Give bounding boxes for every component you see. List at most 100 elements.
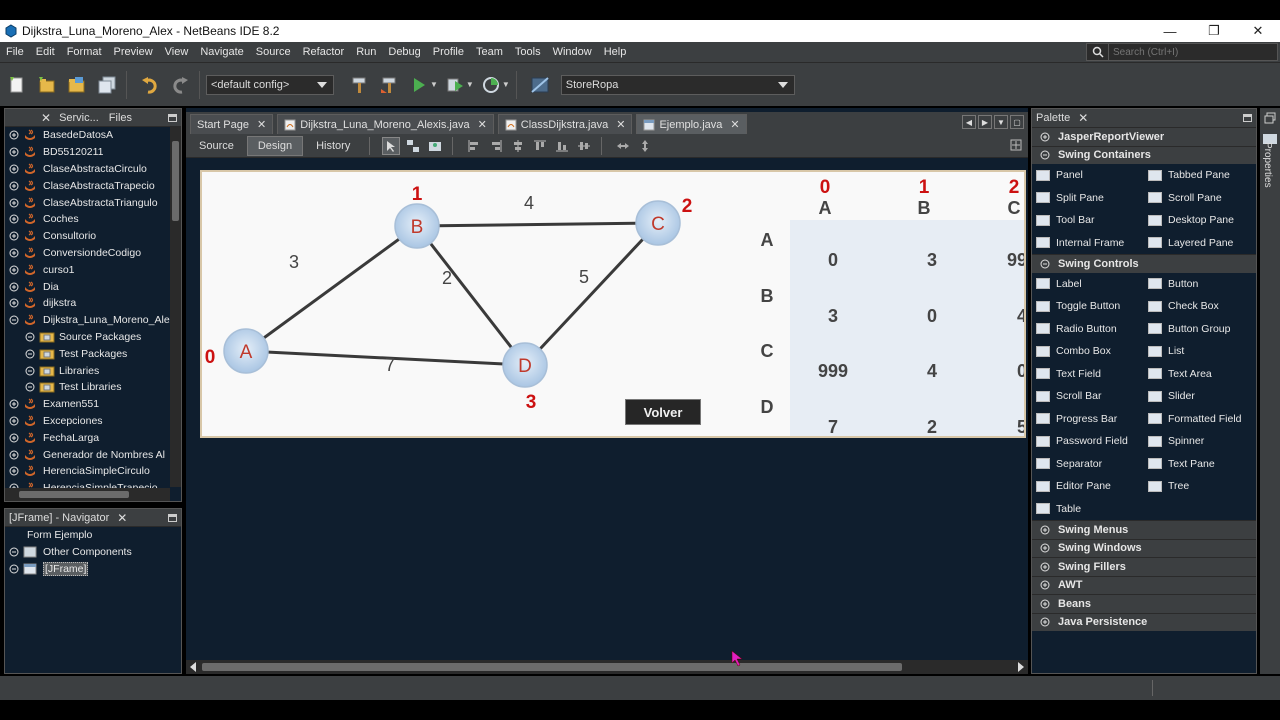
expand-icon[interactable] [9,564,19,574]
project-tree-item[interactable]: Test Packages [5,345,181,362]
palette-item[interactable]: Desktop Pane [1144,209,1256,232]
expand-icon[interactable] [9,547,19,557]
menu-view[interactable]: View [165,46,189,58]
expand-icon[interactable] [9,298,19,308]
align-top-icon[interactable] [531,137,549,155]
scroll-left-icon[interactable] [190,662,196,672]
expand-icon[interactable] [9,433,19,443]
palette-item[interactable]: Text Pane [1144,453,1256,476]
palette-category[interactable]: Swing Fillers [1032,557,1256,576]
restore-window-icon[interactable] [1264,112,1276,127]
project-tree-item[interactable]: BasedeDatosA [5,127,181,144]
maximize-icon[interactable]: ▢ [1010,115,1024,129]
palette-item[interactable]: Password Field [1032,430,1144,453]
palette-item[interactable]: Editor Pane [1032,475,1144,498]
menu-refactor[interactable]: Refactor [303,46,345,58]
save-all-button[interactable] [94,72,120,98]
project-tree-item[interactable]: ClaseAbstractaCirculo [5,161,181,178]
tab-class-dijkstra[interactable]: ClassDijkstra.java ✕ [497,114,633,134]
project-tree-item[interactable]: FechaLarga [5,429,181,446]
menu-preview[interactable]: Preview [114,46,153,58]
projects-horizontal-scrollbar[interactable] [5,488,170,501]
minimize-panel-icon[interactable] [1243,114,1252,122]
project-tree-item[interactable]: Consultorio [5,228,181,245]
config-combo[interactable]: <default config> [206,74,334,95]
search-box[interactable] [1086,43,1278,61]
menu-run[interactable]: Run [356,46,376,58]
palette-item[interactable]: Scroll Pane [1144,187,1256,210]
undo-button[interactable] [137,72,163,98]
palette-item[interactable]: Internal Frame [1032,232,1144,255]
palette-item[interactable]: Combo Box [1032,340,1144,363]
close-icon[interactable]: ✕ [478,118,487,131]
palette-item[interactable]: Progress Bar [1032,408,1144,431]
projects-vertical-scrollbar[interactable] [170,127,181,487]
new-file-button[interactable] [4,72,30,98]
palette-item[interactable]: Text Field [1032,363,1144,386]
close-icon[interactable]: ✕ [257,118,266,131]
palette-item[interactable]: Tabbed Pane [1144,164,1256,187]
project-tree-item[interactable]: Source Packages [5,329,181,346]
close-window-button[interactable]: ✕ [1236,20,1280,42]
build-button[interactable] [346,72,372,98]
tab-start-page[interactable]: Start Page ✕ [190,114,274,134]
resize-horizontal-icon[interactable] [614,137,632,155]
close-icon[interactable]: ✕ [117,511,127,525]
add-icon[interactable] [1010,139,1022,154]
close-icon[interactable]: ✕ [1078,111,1088,125]
expand-icon[interactable] [9,214,19,224]
palette-category[interactable]: Swing Windows [1032,538,1256,557]
palette-category[interactable]: AWT [1032,575,1256,594]
project-tree-item[interactable]: ConversiondeCodigo [5,245,181,262]
palette-item[interactable]: Layered Pane [1144,232,1256,255]
expand-icon[interactable] [25,332,35,342]
project-tree-item[interactable]: curso1 [5,261,181,278]
palette-category-swing-controls[interactable]: Swing Controls [1032,254,1256,273]
scroll-right-icon[interactable] [1018,662,1024,672]
menu-file[interactable]: File [6,46,24,58]
palette-item[interactable]: Table [1032,498,1144,521]
chevron-down-icon[interactable]: ▼ [994,115,1008,129]
project-tree-item[interactable]: Excepciones [5,413,181,430]
properties-tab[interactable]: Properties [1262,142,1273,188]
chevron-down-icon[interactable]: ▼ [502,80,510,89]
restore-button[interactable]: ❐ [1192,20,1236,42]
menu-team[interactable]: Team [476,46,503,58]
palette-item[interactable]: Scroll Bar [1032,385,1144,408]
menu-profile[interactable]: Profile [433,46,464,58]
palette-item[interactable]: Text Area [1144,363,1256,386]
tab-services[interactable]: Servic... [59,112,99,124]
design-mode-button[interactable]: Design [246,135,304,156]
navigator-item[interactable]: Form Ejemplo [5,527,181,544]
minimize-panel-icon[interactable] [168,114,177,122]
resize-vertical-icon[interactable] [636,137,654,155]
expand-icon[interactable] [25,366,35,376]
chevron-down-icon[interactable]: ▼ [466,80,474,89]
menu-edit[interactable]: Edit [36,46,55,58]
tab-dijkstra-main[interactable]: Dijkstra_Luna_Moreno_Alexis.java ✕ [277,114,494,134]
editor-horizontal-scrollbar[interactable] [186,660,1028,674]
palette-category[interactable]: JasperReportViewer [1032,127,1256,146]
project-combo[interactable]: StoreRopa [560,74,795,95]
menu-format[interactable]: Format [67,46,102,58]
expand-icon[interactable] [9,130,19,140]
expand-icon[interactable] [9,181,19,191]
debug-button[interactable] [442,72,468,98]
chevron-down-icon[interactable]: ▼ [430,80,438,89]
palette-category[interactable]: Swing Menus [1032,520,1256,539]
preview-design-icon[interactable] [426,137,444,155]
palette-category[interactable]: Java Persistence [1032,612,1256,631]
close-icon[interactable]: ✕ [616,118,625,131]
expand-icon[interactable] [9,147,19,157]
menu-help[interactable]: Help [604,46,627,58]
center-vertical-icon[interactable] [575,137,593,155]
navigator-item[interactable]: Other Components [5,544,181,561]
expand-icon[interactable] [9,198,19,208]
project-tree-item[interactable]: Dia [5,278,181,295]
project-tree-item[interactable]: Dijkstra_Luna_Moreno_Alex [5,312,181,329]
palette-item[interactable]: Separator [1032,453,1144,476]
profile-button[interactable] [478,72,504,98]
navigator-item[interactable]: [JFrame] [5,561,181,578]
palette-item[interactable]: Button Group [1144,318,1256,341]
expand-icon[interactable] [9,315,19,325]
